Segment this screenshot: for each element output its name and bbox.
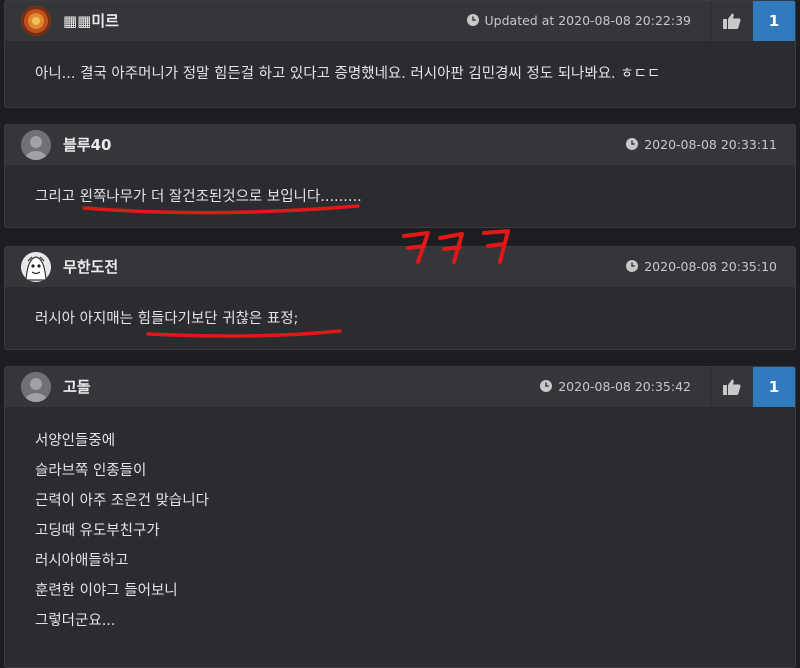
comment: 고돌 2020-08-08 20:35:42 1 서양인들중에 슬라브쪽 인종들… [4,366,796,668]
comment-header: 무한도전 2020-08-08 20:35:10 [5,247,795,288]
avatar[interactable] [21,130,51,160]
like-button[interactable] [710,367,753,407]
comment-line: 고딩때 유도부친구가 [35,523,160,539]
author-name[interactable]: ▦▦미르 [63,1,119,41]
comment-line: 러시아애들하고 [35,553,129,569]
clock-icon [540,380,553,392]
timestamp: Updated at 2020-08-08 20:22:39 [466,1,691,41]
comment-line: 슬라브쪽 인종들이 [35,463,147,479]
comment: 무한도전 2020-08-08 20:35:10 러시아 아지매는 힘들다기보단… [4,246,796,350]
comment-body: 서양인들중에 슬라브쪽 인종들이 근력이 아주 조은건 맞습니다 고딩때 유도부… [5,408,795,636]
comment-text: 그리고 왼쪽나무가 더 잘건조된것으로 보입니다......... [35,189,362,205]
comment-body: 아니... 결국 아주머니가 정말 힘든걸 하고 있다고 증명했네요. 러시아판… [5,42,795,89]
avatar[interactable] [21,252,51,282]
thumbs-up-icon [723,379,741,395]
comment: 블루40 2020-08-08 20:33:11 그리고 왼쪽나무가 더 잘건조… [4,124,796,228]
avatar[interactable] [21,372,51,402]
timestamp-text: Updated at 2020-08-08 20:22:39 [484,13,691,28]
timestamp-text: 2020-08-08 20:33:11 [644,137,777,152]
comment-line: 그렇더군요... [35,613,116,629]
comment-header: ▦▦미르 Updated at 2020-08-08 20:22:39 1 [5,1,795,42]
like-count: 1 [753,367,795,407]
comment-text: 러시아 아지매는 힘들다기보단 귀찮은 표정; [35,311,299,327]
comment-body: 러시아 아지매는 힘들다기보단 귀찮은 표정; [5,288,795,334]
clock-icon [626,260,639,272]
comment-line: 근력이 아주 조은건 맞습니다 [35,493,209,509]
author-name[interactable]: 고돌 [63,367,91,407]
timestamp: 2020-08-08 20:33:11 [626,125,777,165]
timestamp-text: 2020-08-08 20:35:42 [558,379,691,394]
like-button[interactable] [710,1,753,41]
comment-header: 블루40 2020-08-08 20:33:11 [5,125,795,166]
avatar[interactable] [21,6,51,36]
clock-icon [466,14,479,26]
thumbs-up-icon [723,13,741,29]
timestamp-text: 2020-08-08 20:35:10 [644,259,777,274]
timestamp: 2020-08-08 20:35:10 [626,247,777,287]
author-name[interactable]: 블루40 [63,125,111,165]
like-count: 1 [753,1,795,41]
comment-line: 서양인들중에 [35,433,116,449]
comment-text: 아니... 결국 아주머니가 정말 힘든걸 하고 있다고 증명했네요. 러시아판… [35,66,661,82]
comment-line: 훈련한 이야그 들어보니 [35,583,178,599]
comment-body: 그리고 왼쪽나무가 더 잘건조된것으로 보입니다......... [5,166,795,212]
clock-icon [626,138,639,150]
comment: ▦▦미르 Updated at 2020-08-08 20:22:39 1 아니… [4,0,796,108]
author-name[interactable]: 무한도전 [63,247,118,287]
comment-header: 고돌 2020-08-08 20:35:42 1 [5,367,795,408]
timestamp: 2020-08-08 20:35:42 [540,367,691,407]
